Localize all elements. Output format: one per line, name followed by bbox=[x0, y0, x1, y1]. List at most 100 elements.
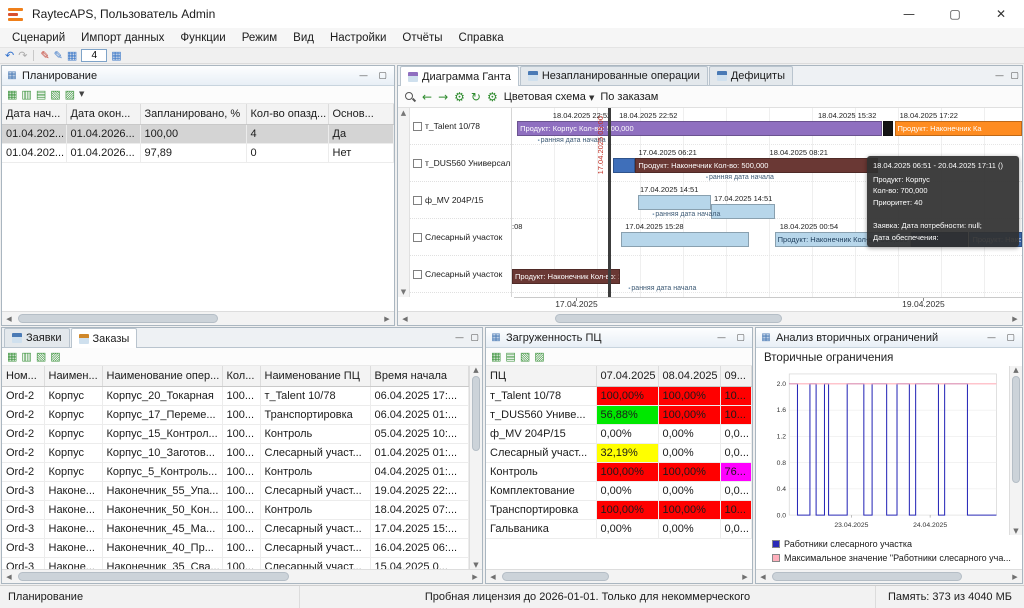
panel-float-icon[interactable]: ▢ bbox=[467, 330, 482, 345]
scroll-thumb[interactable] bbox=[502, 572, 610, 581]
tab-unplanned-operations[interactable]: Незапланированные операции bbox=[519, 66, 708, 85]
scroll-right-icon[interactable]: ▶ bbox=[380, 315, 394, 323]
row-checkbox[interactable] bbox=[413, 269, 422, 279]
close-button[interactable]: ✕ bbox=[978, 0, 1024, 28]
scroll-thumb[interactable] bbox=[472, 376, 480, 451]
grid-columns-icon[interactable]: ▤ bbox=[505, 351, 515, 362]
grid-export-icon[interactable]: ▨ bbox=[50, 351, 60, 362]
table-row[interactable]: т_Talent 10/78 100,00% 100,00% 10... bbox=[486, 386, 752, 406]
gantt-bar[interactable]: Продукт: Наконечник Кол-во: 1000,000 bbox=[512, 269, 621, 284]
scroll-down-icon[interactable]: ▼ bbox=[401, 288, 406, 296]
column-header[interactable]: Наименование опер... bbox=[102, 366, 223, 387]
grid-add-icon[interactable]: ▥ bbox=[21, 351, 31, 362]
column-header[interactable]: Кол... bbox=[222, 366, 261, 387]
group-mode-dropdown[interactable]: По заказам bbox=[600, 91, 658, 103]
edit-icon[interactable]: ✎ bbox=[54, 50, 63, 61]
orders-hscrollbar[interactable]: ◀ ▶ bbox=[2, 569, 482, 583]
menu-item[interactable]: Настройки bbox=[322, 32, 394, 44]
scroll-up-icon[interactable]: ▲ bbox=[401, 109, 406, 117]
table-view-icon[interactable]: ▦ bbox=[111, 50, 121, 61]
tab-deficits[interactable]: Дефициты bbox=[708, 66, 793, 85]
table-row[interactable]: Ord-2 Корпус Корпус_20_Токарная 100... т_Tal… bbox=[2, 386, 469, 406]
menu-item[interactable]: Импорт данных bbox=[73, 32, 172, 44]
scroll-left-icon[interactable]: ◀ bbox=[486, 573, 500, 581]
scroll-left-icon[interactable]: ◀ bbox=[2, 315, 16, 323]
grid-filter-icon[interactable]: ▧ bbox=[520, 351, 530, 362]
scroll-thumb[interactable] bbox=[18, 314, 219, 323]
grid-icon[interactable]: ▦ bbox=[491, 351, 501, 362]
maximize-button[interactable]: ▢ bbox=[932, 0, 978, 28]
column-header[interactable]: Кол-во опазд... bbox=[246, 104, 329, 125]
report-grid-icon[interactable]: ▦ bbox=[67, 50, 77, 61]
scroll-thumb[interactable] bbox=[555, 314, 782, 323]
scroll-right-icon[interactable]: ▶ bbox=[1008, 315, 1022, 323]
row-checkbox[interactable] bbox=[413, 158, 422, 168]
undo-icon[interactable]: ↶ bbox=[5, 50, 14, 61]
search-icon[interactable] bbox=[404, 91, 416, 103]
column-header[interactable]: ПЦ bbox=[486, 366, 597, 387]
table-row[interactable]: Ord-3 Наконе... Наконечник_40_Пр... 100... С… bbox=[2, 538, 469, 558]
row-checkbox[interactable] bbox=[413, 195, 422, 205]
table-row[interactable]: 01.04.202... 01.04.2026... 100,00 4 Да bbox=[2, 124, 394, 144]
tab-zakazy[interactable]: Заказы bbox=[70, 328, 138, 348]
column-header[interactable]: Дата нач... bbox=[2, 104, 67, 125]
table-row[interactable]: 01.04.202... 01.04.2026... 97,89 0 Нет bbox=[2, 143, 394, 163]
gantt-bar[interactable] bbox=[612, 158, 636, 173]
forward-icon[interactable]: → bbox=[438, 91, 448, 103]
counter-input[interactable] bbox=[81, 49, 108, 62]
column-header[interactable]: Наимен... bbox=[44, 366, 103, 387]
panel-minimize-icon[interactable]: — bbox=[356, 68, 371, 83]
scroll-thumb[interactable] bbox=[772, 572, 963, 581]
row-checkbox[interactable] bbox=[413, 121, 422, 131]
table-row[interactable]: Слесарный участ... 32,19% 0,00% 0,0... bbox=[486, 443, 752, 463]
panel-float-icon[interactable]: ▢ bbox=[1003, 330, 1018, 345]
panel-minimize-icon[interactable]: — bbox=[714, 330, 729, 345]
column-header[interactable]: Дата окон... bbox=[66, 104, 141, 125]
column-header[interactable]: Наименование ПЦ bbox=[260, 366, 371, 387]
gantt-bar[interactable] bbox=[638, 195, 711, 210]
color-scheme-dropdown[interactable]: Цветовая схема ▼ bbox=[504, 91, 595, 103]
column-header[interactable]: 08.04.2025 bbox=[658, 366, 721, 387]
panel-minimize-icon[interactable]: — bbox=[992, 68, 1007, 83]
gantt-bar[interactable] bbox=[621, 232, 750, 247]
table-row[interactable]: Ord-3 Наконе... Наконечник_50_Кон... 100...… bbox=[2, 500, 469, 520]
load-hscrollbar[interactable]: ◀ ▶ bbox=[486, 569, 752, 583]
scroll-right-icon[interactable]: ▶ bbox=[468, 573, 482, 581]
grid-filter-icon[interactable]: ▧ bbox=[50, 89, 60, 100]
gantt-bar[interactable]: Продукт: Наконечник Ка bbox=[894, 121, 1022, 136]
scroll-right-icon[interactable]: ▶ bbox=[738, 573, 752, 581]
tab-zayavki[interactable]: Заявки bbox=[4, 328, 70, 347]
scroll-left-icon[interactable]: ◀ bbox=[398, 315, 412, 323]
column-header[interactable]: 09... bbox=[720, 366, 752, 387]
table-row[interactable]: т_DUS560 Униве... 56,88% 100,00% 10... bbox=[486, 405, 752, 425]
menu-item[interactable]: Вид bbox=[285, 32, 322, 44]
table-row[interactable]: Ord-2 Корпус Корпус_17_Переме... 100... Тран… bbox=[2, 405, 469, 425]
panel-float-icon[interactable]: ▢ bbox=[1007, 68, 1022, 83]
table-row[interactable]: Гальваника 0,00% 0,00% 0,0... bbox=[486, 519, 752, 539]
grid-icon[interactable]: ▦ bbox=[7, 351, 17, 362]
panel-float-icon[interactable]: ▢ bbox=[375, 68, 390, 83]
gantt-bar[interactable] bbox=[883, 121, 894, 136]
grid-icon[interactable]: ▦ bbox=[7, 89, 17, 100]
table-row[interactable]: Транспортировка 100,00% 100,00% 10... bbox=[486, 500, 752, 520]
scroll-thumb[interactable] bbox=[1012, 376, 1020, 484]
columns-dropdown-icon[interactable]: ▼ bbox=[79, 91, 84, 98]
row-checkbox[interactable] bbox=[413, 232, 422, 242]
scroll-left-icon[interactable]: ◀ bbox=[2, 573, 16, 581]
table-row[interactable]: Ord-3 Наконе... Наконечник_35_Сва... 100...… bbox=[2, 557, 469, 569]
panel-minimize-icon[interactable]: — bbox=[452, 330, 467, 345]
back-icon[interactable]: ← bbox=[422, 91, 432, 103]
table-row[interactable]: ф_MV 204P/15 0,00% 0,00% 0,0... bbox=[486, 424, 752, 444]
column-header[interactable]: 07.04.2025 bbox=[596, 366, 659, 387]
table-row[interactable]: Контроль 100,00% 100,00% 76... bbox=[486, 462, 752, 482]
gear-icon[interactable]: ⚙ bbox=[487, 91, 498, 103]
column-header[interactable]: Ном... bbox=[2, 366, 45, 387]
scroll-up-icon[interactable]: ▲ bbox=[469, 366, 482, 374]
settings-icon[interactable]: ⚙ bbox=[454, 91, 465, 103]
column-header[interactable]: Запланировано, % bbox=[140, 104, 247, 125]
table-row[interactable]: Ord-2 Корпус Корпус_5_Контроль... 100... Кон… bbox=[2, 462, 469, 482]
table-row[interactable]: Ord-3 Наконе... Наконечник_55_Упа... 100...… bbox=[2, 481, 469, 501]
gantt-bar[interactable]: Продукт: Корпус Кол-во: 500,000 bbox=[517, 121, 882, 136]
tab-gantt-chart[interactable]: Диаграмма Ганта bbox=[400, 66, 519, 86]
menu-item[interactable]: Справка bbox=[451, 32, 512, 44]
